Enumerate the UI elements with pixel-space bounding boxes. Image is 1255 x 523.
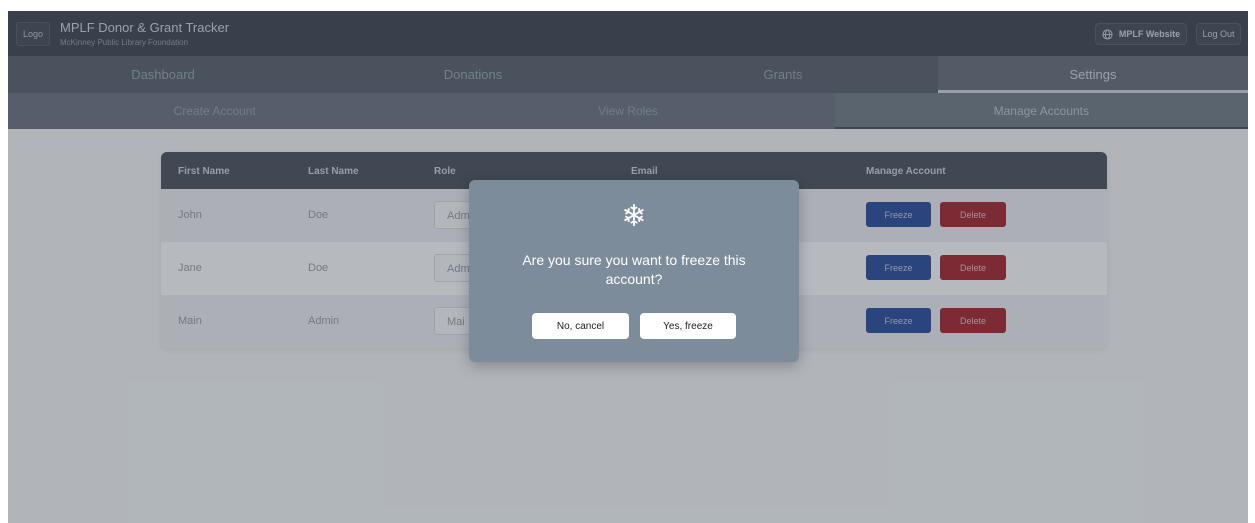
freeze-confirm-dialog: ❄ Are you sure you want to freeze this a… <box>469 180 799 362</box>
snowflake-icon: ❄ <box>621 200 647 233</box>
confirm-message: Are you sure you want to freeze this acc… <box>522 252 746 287</box>
cancel-button[interactable]: No, cancel <box>532 313 629 339</box>
confirm-freeze-button[interactable]: Yes, freeze <box>640 313 736 339</box>
app-frame: Logo MPLF Donor & Grant Tracker McKinney… <box>8 11 1248 523</box>
